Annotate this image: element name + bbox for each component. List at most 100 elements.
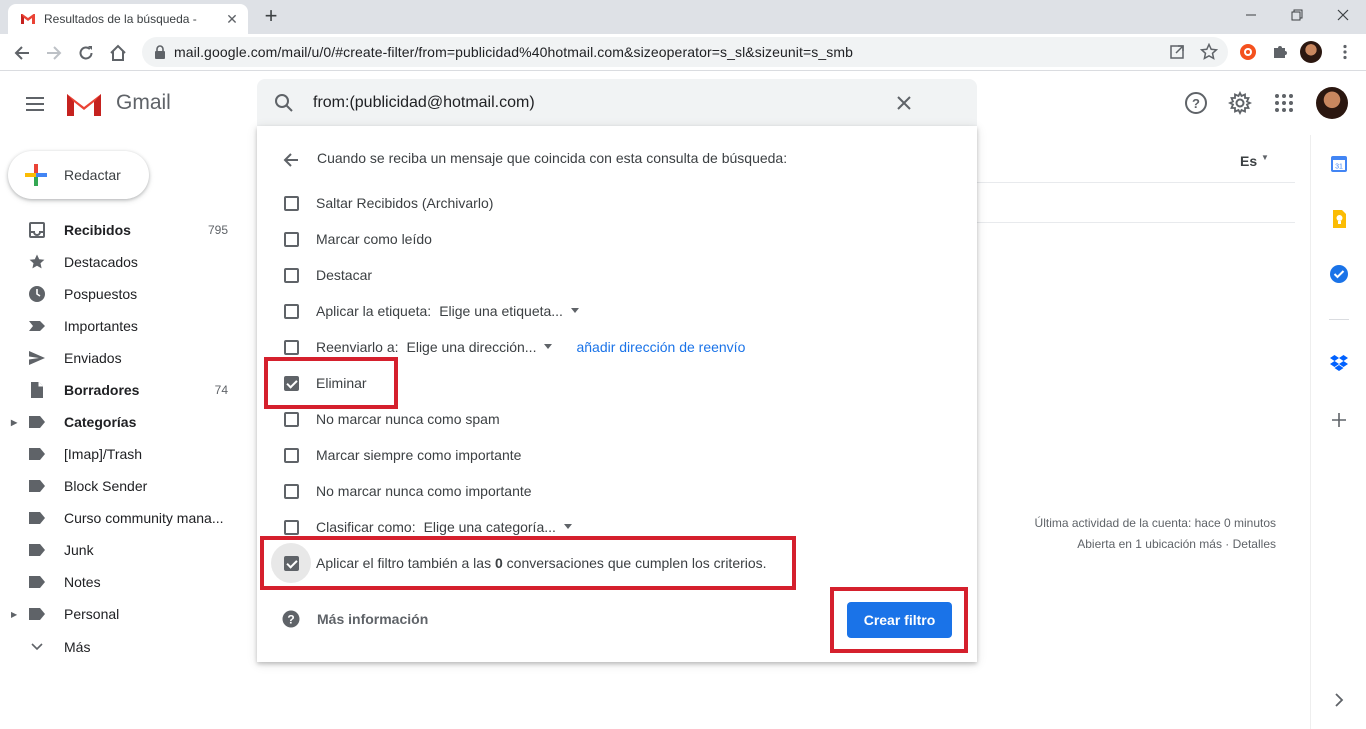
option-label: Aplicar la etiqueta:	[316, 303, 432, 319]
caret-down-icon: ▼	[1261, 153, 1269, 162]
gmail-logo-icon[interactable]	[64, 89, 104, 119]
reload-icon[interactable]	[72, 39, 100, 67]
sidebar-item-categories[interactable]: ▶ Categorías	[0, 406, 248, 438]
address-bar[interactable]: mail.google.com/mail/u/0/#create-filter/…	[142, 37, 1228, 67]
categorize-checkbox[interactable]	[284, 519, 299, 535]
sidebar-item-starred[interactable]: Destacados	[0, 246, 248, 278]
add-addon-icon[interactable]	[1329, 410, 1349, 430]
calendar-icon[interactable]: 31	[1329, 154, 1349, 174]
svg-text:?: ?	[1192, 96, 1200, 111]
option-never-spam[interactable]: No marcar nunca como spam	[283, 409, 500, 429]
gmail-wordmark: Gmail	[116, 91, 171, 114]
apps-grid-icon[interactable]	[1272, 91, 1296, 115]
sidebar-item-more[interactable]: Más	[0, 631, 248, 663]
gmail-favicon-icon	[21, 14, 35, 24]
add-forwarding-address-link[interactable]: añadir dirección de reenvío	[576, 339, 745, 355]
never-spam-checkbox[interactable]	[284, 411, 299, 427]
star-checkbox[interactable]	[284, 267, 299, 283]
home-icon[interactable]	[104, 39, 132, 67]
sidebar-item-snoozed[interactable]: Pospuestos	[0, 278, 248, 310]
sidebar-item-sent[interactable]: Enviados	[0, 342, 248, 374]
option-label: No marcar nunca como spam	[316, 411, 500, 427]
extension-icon[interactable]	[1239, 43, 1257, 61]
svg-text:31: 31	[1335, 164, 1343, 171]
expand-arrow-icon[interactable]: ▶	[11, 418, 17, 427]
new-tab-button[interactable]: +	[258, 4, 284, 30]
search-input[interactable]: from:(publicidad@hotmail.com)	[313, 94, 535, 112]
back-arrow-icon[interactable]	[282, 151, 300, 169]
sidebar-item-label: [Imap]/Trash	[64, 446, 143, 462]
compose-button[interactable]: Redactar	[8, 151, 149, 199]
unread-count: 795	[207, 223, 228, 237]
main-menu-icon[interactable]	[24, 94, 48, 114]
activity-details-link[interactable]: Abierta en 1 ubicación más · Detalles	[1077, 537, 1276, 551]
browser-tab[interactable]: Resultados de la búsqueda - ✕	[8, 4, 248, 34]
label-icon	[28, 573, 46, 591]
label-icon	[28, 509, 46, 527]
settings-gear-icon[interactable]	[1228, 91, 1252, 115]
mark-read-checkbox[interactable]	[284, 231, 299, 247]
option-star[interactable]: Destacar	[283, 265, 372, 285]
option-always-important[interactable]: Marcar siempre como importante	[283, 445, 521, 465]
option-forward[interactable]: Reenviarlo a: Elige una dirección... aña…	[283, 337, 745, 357]
option-label: Marcar siempre como importante	[316, 447, 522, 463]
never-important-checkbox[interactable]	[284, 483, 299, 499]
back-arrow-icon[interactable]	[8, 39, 36, 67]
option-categorize[interactable]: Clasificar como: Elige una categoría...	[283, 517, 572, 537]
sidebar-item-block-sender[interactable]: Block Sender	[0, 470, 248, 502]
chevron-down-icon	[28, 638, 46, 656]
compose-label: Redactar	[64, 167, 121, 183]
side-panel-divider	[1329, 319, 1349, 320]
last-activity-text: Última actividad de la cuenta: hace 0 mi…	[1034, 516, 1276, 530]
sidebar-item-important[interactable]: Importantes	[0, 310, 248, 342]
always-important-checkbox[interactable]	[284, 447, 299, 463]
open-in-app-icon[interactable]	[1168, 43, 1186, 61]
apply-label-checkbox[interactable]	[284, 303, 299, 319]
restore-window-icon[interactable]	[1274, 0, 1320, 30]
bookmark-star-icon[interactable]	[1200, 43, 1218, 61]
label-icon	[28, 605, 46, 623]
chevron-right-icon[interactable]	[1329, 690, 1349, 710]
lock-icon	[155, 45, 165, 59]
divider	[977, 222, 1295, 223]
label-dropdown[interactable]: Elige una etiqueta...	[431, 303, 579, 320]
puzzle-extensions-icon[interactable]	[1271, 43, 1289, 61]
sidebar-item-label: Enviados	[64, 350, 122, 366]
label-icon	[28, 477, 46, 495]
clear-search-icon[interactable]	[896, 95, 912, 111]
sidebar-item-inbox[interactable]: Recibidos 795	[0, 214, 248, 246]
close-window-icon[interactable]	[1320, 0, 1366, 30]
search-bar[interactable]: from:(publicidad@hotmail.com)	[257, 79, 977, 127]
tasks-icon[interactable]	[1329, 264, 1349, 284]
option-never-important[interactable]: No marcar nunca como importante	[283, 481, 532, 501]
language-label: Es	[1240, 153, 1258, 169]
sidebar-item-junk[interactable]: Junk	[0, 534, 248, 566]
forward-checkbox[interactable]	[284, 339, 299, 355]
dropdown-value: Elige una categoría...	[423, 518, 556, 535]
minimize-window-icon[interactable]	[1228, 0, 1274, 30]
forward-arrow-icon[interactable]	[40, 39, 68, 67]
sidebar-item-imap-trash[interactable]: [Imap]/Trash	[0, 438, 248, 470]
close-tab-icon[interactable]: ✕	[222, 11, 242, 28]
forward-address-dropdown[interactable]: Elige una dirección...	[398, 339, 553, 356]
sidebar-item-label: Importantes	[64, 318, 138, 334]
sidebar-item-personal[interactable]: ▶ Personal	[0, 598, 248, 630]
chrome-menu-icon[interactable]	[1336, 43, 1354, 61]
browser-profile-avatar[interactable]	[1300, 41, 1322, 63]
more-info-link[interactable]: Más información	[317, 611, 428, 627]
language-selector[interactable]: Es ▼	[1240, 153, 1269, 169]
option-skip-inbox[interactable]: Saltar Recibidos (Archivarlo)	[283, 193, 493, 213]
sidebar-item-drafts[interactable]: Borradores 74	[0, 374, 248, 406]
help-icon[interactable]: ?	[1184, 91, 1208, 115]
account-avatar[interactable]	[1316, 87, 1348, 119]
skip-inbox-checkbox[interactable]	[284, 195, 299, 211]
search-icon[interactable]	[274, 93, 294, 113]
expand-arrow-icon[interactable]: ▶	[11, 610, 17, 619]
category-dropdown[interactable]: Elige una categoría...	[415, 518, 572, 536]
keep-icon[interactable]	[1329, 209, 1349, 229]
option-mark-read[interactable]: Marcar como leído	[283, 229, 432, 249]
sidebar-item-notes[interactable]: Notes	[0, 566, 248, 598]
sidebar-item-curso[interactable]: Curso community mana...	[0, 502, 248, 534]
dropbox-icon[interactable]	[1329, 353, 1349, 373]
option-apply-label[interactable]: Aplicar la etiqueta: Elige una etiqueta.…	[283, 301, 579, 321]
